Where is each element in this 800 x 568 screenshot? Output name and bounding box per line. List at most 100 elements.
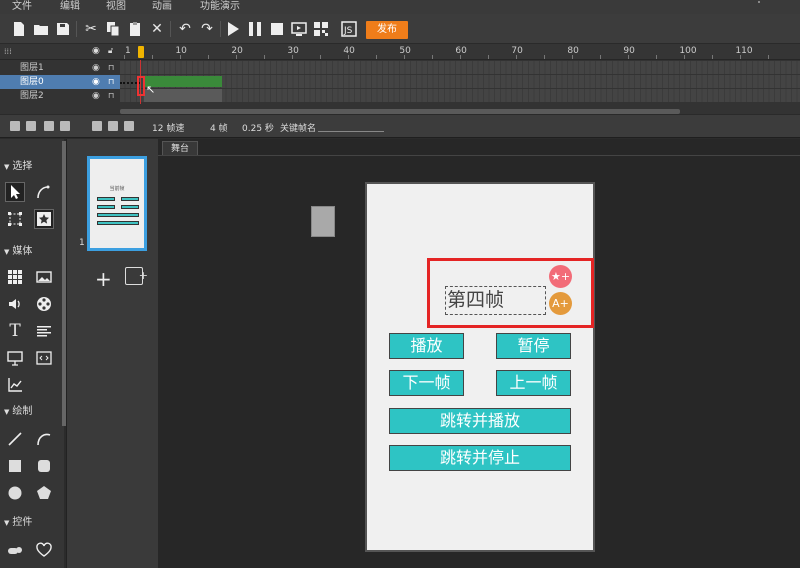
section-controls[interactable]: 控件 xyxy=(4,516,60,530)
timeline-status-bar: 12 帧速 4 帧 0.25 秒 关键帧名 xyxy=(0,114,800,138)
star-add-icon[interactable]: ★+ xyxy=(549,265,572,288)
frame-track[interactable] xyxy=(120,89,800,102)
paste-icon[interactable] xyxy=(126,20,144,38)
goto-and-stop-button[interactable]: 跳转并停止 xyxy=(389,445,571,471)
frame-text-box[interactable]: 第四帧 xyxy=(445,286,546,315)
lock-icon[interactable]: ⊓ xyxy=(108,89,114,103)
prev-frame-button[interactable]: 上一帧 xyxy=(496,370,571,396)
add-scene-icon[interactable]: + xyxy=(95,267,112,291)
goto-and-play-button[interactable]: 跳转并播放 xyxy=(389,408,571,434)
pointer-icon[interactable] xyxy=(5,182,25,202)
thumbnail-button xyxy=(121,205,139,209)
audio-icon[interactable] xyxy=(5,294,25,314)
menu-edit[interactable]: 编辑 xyxy=(60,2,80,12)
thumbnail-button xyxy=(97,213,139,217)
lock-icon[interactable]: 🔓︎ xyxy=(108,46,113,56)
fps-display[interactable]: 12 帧速 xyxy=(152,121,184,134)
ruler-tick xyxy=(712,55,713,59)
lock-icon[interactable]: ⊓ xyxy=(108,61,114,75)
new-layer-icon[interactable] xyxy=(10,121,20,131)
redo-icon[interactable]: ↷ xyxy=(198,20,216,38)
paragraph-icon[interactable] xyxy=(34,321,54,341)
open-folder-icon[interactable] xyxy=(32,20,50,38)
delete-icon[interactable]: ✕ xyxy=(148,20,166,38)
menu-file[interactable]: 文件 xyxy=(12,2,32,12)
curve-icon[interactable] xyxy=(34,429,54,449)
eye-icon[interactable]: ◉ xyxy=(92,75,100,89)
pentagon-icon[interactable] xyxy=(34,483,54,503)
rectangle-icon[interactable] xyxy=(5,456,25,476)
menu-bar: 文件 编辑 视图 动画 功能演示 xyxy=(0,0,800,14)
pen-icon[interactable] xyxy=(34,182,54,202)
eye-icon[interactable]: ◉ xyxy=(92,89,100,103)
code-icon[interactable] xyxy=(34,348,54,368)
layer-row[interactable]: 图层1 ◉ ⊓ xyxy=(0,61,120,75)
time-display: 0.25 秒 xyxy=(242,124,274,134)
tab-stage[interactable]: 舞台 xyxy=(162,141,198,156)
lock-icon[interactable]: ⊓ xyxy=(108,75,114,89)
menu-demo[interactable]: 功能演示 xyxy=(200,2,240,12)
preview-icon[interactable] xyxy=(290,20,308,38)
cut-icon[interactable]: ✂ xyxy=(82,20,100,38)
slider-icon[interactable] xyxy=(5,540,25,560)
section-select[interactable]: 选择 xyxy=(4,160,60,174)
play-button[interactable]: 播放 xyxy=(389,333,464,359)
image-icon[interactable] xyxy=(34,267,54,287)
stop-icon[interactable] xyxy=(268,20,286,38)
play-icon[interactable] xyxy=(224,20,242,38)
keyframe-name-input[interactable] xyxy=(318,123,384,132)
offstage-object[interactable] xyxy=(311,206,335,237)
menu-animation[interactable]: 动画 xyxy=(152,2,172,12)
copy-icon[interactable] xyxy=(104,20,122,38)
stage-canvas[interactable]: 第四帧 ★+ A+ 播放 暂停 下一帧 上一帧 跳转并播放 跳转并停止 xyxy=(365,182,595,552)
qrcode-icon[interactable] xyxy=(312,20,330,38)
text-add-icon[interactable]: A+ xyxy=(549,292,572,315)
toolbar-separator xyxy=(220,21,221,37)
heart-icon[interactable] xyxy=(34,540,54,560)
frame-span[interactable] xyxy=(144,76,222,87)
scene-panel: 当前帧 1 + xyxy=(66,139,158,568)
frame-delete-icon[interactable] xyxy=(124,121,134,131)
playhead[interactable] xyxy=(138,46,144,58)
eye-icon[interactable]: ◉ xyxy=(92,46,100,56)
chart-icon[interactable] xyxy=(5,375,25,395)
frame-icon[interactable] xyxy=(92,121,102,131)
copy-layer-icon[interactable] xyxy=(44,121,54,131)
section-media[interactable]: 媒体 xyxy=(4,245,60,259)
frame-track[interactable] xyxy=(120,75,800,88)
layer-row-selected[interactable]: 图层0 ◉ ⊓ xyxy=(0,75,120,89)
menu-view[interactable]: 视图 xyxy=(106,2,126,12)
scene-thumbnail[interactable]: 当前帧 xyxy=(87,156,147,251)
new-file-icon[interactable] xyxy=(10,20,28,38)
section-draw[interactable]: 绘制 xyxy=(4,405,60,419)
circle-icon[interactable] xyxy=(5,483,25,503)
duplicate-scene-icon[interactable] xyxy=(125,267,148,285)
thumbnail-button xyxy=(121,197,139,201)
pause-icon[interactable] xyxy=(246,20,264,38)
layer-row[interactable]: 图层2 ◉ ⊓ xyxy=(0,89,120,103)
frame-count: 4 帧 xyxy=(210,124,228,134)
eye-icon[interactable]: ◉ xyxy=(92,61,100,75)
frame-span[interactable] xyxy=(144,89,222,102)
presentation-icon[interactable] xyxy=(5,348,25,368)
film-reel-icon[interactable] xyxy=(34,294,54,314)
frame-copy-icon[interactable] xyxy=(108,121,118,131)
publish-button[interactable]: 发布 xyxy=(366,21,408,39)
undo-icon[interactable]: ↶ xyxy=(176,20,194,38)
line-icon[interactable] xyxy=(5,429,25,449)
frame-track[interactable] xyxy=(120,61,800,74)
folder-icon[interactable] xyxy=(26,121,36,131)
ruler-label: 40 xyxy=(343,46,355,56)
transform-icon[interactable] xyxy=(5,209,25,229)
thumbnail-button xyxy=(97,205,115,209)
rounded-rectangle-icon[interactable] xyxy=(34,456,54,476)
timeline-ruler[interactable]: 1 10 20 30 40 50 60 70 80 90 100 110 xyxy=(120,44,800,60)
pause-button[interactable]: 暂停 xyxy=(496,333,571,359)
delete-layer-icon[interactable] xyxy=(60,121,70,131)
star-frame-icon[interactable] xyxy=(34,209,54,229)
grid-icon[interactable] xyxy=(5,267,25,287)
next-frame-button[interactable]: 下一帧 xyxy=(389,370,464,396)
text-icon[interactable]: T xyxy=(5,321,25,341)
export-icon[interactable]: JS xyxy=(340,20,358,38)
save-icon[interactable] xyxy=(54,20,72,38)
